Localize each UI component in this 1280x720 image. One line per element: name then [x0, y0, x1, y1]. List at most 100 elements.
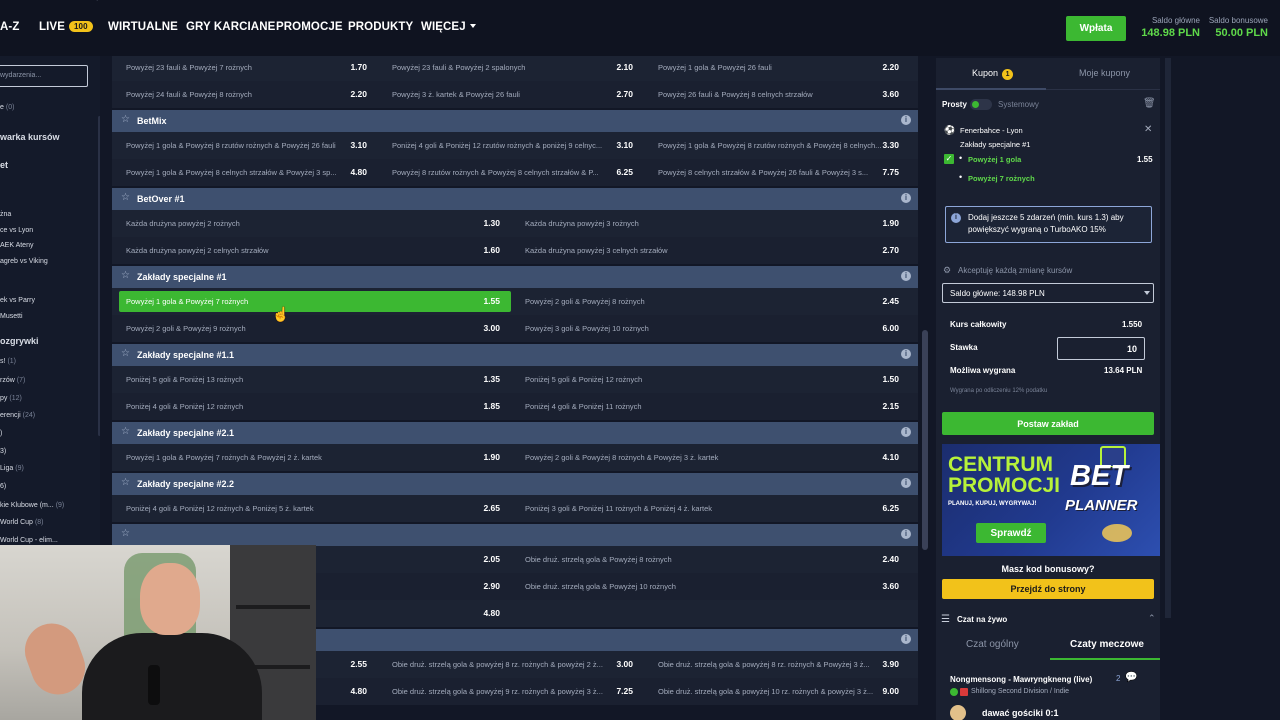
tab-chat-general[interactable]: Czat ogólny: [966, 639, 1019, 650]
sidebar-item[interactable]: ozgrywki: [0, 336, 39, 346]
odds-button[interactable]: Powyżej 1 gola & Powyżej 8 celnych strza…: [112, 159, 378, 186]
odds-button[interactable]: Obie druż. strzelą gola & powyżej 9 rz. …: [378, 678, 644, 705]
sidebar-item[interactable]: e (0): [0, 104, 14, 111]
odds-button[interactable]: Poniżej 5 goli & Poniżej 12 rożnych 1.50: [511, 366, 910, 393]
tab-chat-match[interactable]: Czaty meczowe: [1070, 639, 1144, 650]
nav-wiecej[interactable]: WIĘCEJ: [421, 21, 476, 33]
sidebar-item[interactable]: Liga (9): [0, 465, 24, 472]
star-icon[interactable]: ☆: [121, 427, 130, 437]
odds-button[interactable]: Powyżej 1 gola & Powyżej 7 rożnych & Pow…: [112, 444, 511, 471]
bet-type-toggle[interactable]: [970, 99, 992, 110]
odds-button[interactable]: Obie druż. strzelą gola & powyżej 8 rz. …: [644, 651, 910, 678]
odds-button[interactable]: Poniżej 4 goli & Poniżej 12 rzutów rożny…: [378, 132, 644, 159]
market-section-header[interactable]: ☆ BetMix i: [112, 110, 918, 132]
chat-match-item[interactable]: Nongmensong - Mawryngkneng (live) 2 💬 Sh…: [936, 664, 1160, 720]
bet-type-prosty[interactable]: Prosty: [942, 100, 967, 109]
info-icon[interactable]: i: [901, 529, 911, 539]
info-icon[interactable]: i: [901, 193, 911, 203]
promo-banner[interactable]: CENTRUM PROMOCJI PLANUJ, KUPUJ, WYGRYWAJ!…: [942, 444, 1160, 556]
odds-button[interactable]: Obie druż. strzelą gola & Powyżej 10 roż…: [511, 573, 910, 600]
market-section-header[interactable]: ☆ Zakłady specjalne #2.2 i: [112, 473, 918, 495]
nav-produkty[interactable]: PRODUKTY: [348, 21, 413, 33]
balance-select[interactable]: Saldo główne: 148.98 PLN: [942, 283, 1154, 303]
star-icon[interactable]: ☆: [121, 478, 130, 488]
bet-type-systemowy[interactable]: Systemowy: [998, 100, 1039, 109]
star-icon[interactable]: ☆: [121, 115, 130, 125]
odds-button[interactable]: Obie druż. strzelą gola & powyżej 10 rz.…: [644, 678, 910, 705]
sidebar-item[interactable]: kie Klubowe (m... (9): [0, 502, 64, 509]
sidebar-item[interactable]: warka kursów: [0, 132, 60, 142]
odds-button[interactable]: Poniżej 4 goli & Poniżej 12 rożnych & Po…: [112, 495, 511, 522]
odds-button[interactable]: Powyżej 2 goli & Powyżej 8 rożnych & Pow…: [511, 444, 910, 471]
tab-kupon[interactable]: Kupon 1: [972, 68, 1014, 80]
place-bet-button[interactable]: Postaw zakład: [942, 412, 1154, 435]
nav-wirtualne[interactable]: WIRTUALNE: [108, 21, 178, 33]
odds-button[interactable]: Powyżej 24 fauli & Powyżej 8 rożnych 2.20: [112, 81, 378, 108]
stake-input[interactable]: 10: [1057, 337, 1145, 360]
bet-slip-scrollbar[interactable]: [1165, 58, 1171, 618]
sidebar-item[interactable]: et: [0, 160, 8, 170]
info-icon[interactable]: i: [901, 115, 911, 125]
sidebar-item[interactable]: ): [0, 430, 2, 437]
odds-button[interactable]: Poniżej 3 goli & Poniżej 11 rożnych & Po…: [511, 495, 910, 522]
market-section-header[interactable]: ☆ Zakłady specjalne #2.1 i: [112, 422, 918, 444]
odds-button[interactable]: Powyżej 26 fauli & Powyżej 8 celnych str…: [644, 81, 910, 108]
gear-icon[interactable]: ⚙: [943, 265, 951, 276]
sidebar-item[interactable]: 6): [0, 483, 6, 490]
market-section-header[interactable]: ☆i: [112, 524, 918, 546]
nav-promocje[interactable]: PROMOCJE: [276, 21, 343, 33]
market-section-header[interactable]: ☆ Zakłady specjalne #1.1 i: [112, 344, 918, 366]
odds-button[interactable]: Powyżej 1 gola & Powyżej 26 fauli 2.20: [644, 56, 910, 81]
sidebar-item[interactable]: Musetti: [0, 313, 23, 320]
go-to-page-button[interactable]: Przejdź do strony: [942, 579, 1154, 599]
promo-check-button[interactable]: Sprawdź: [976, 523, 1046, 543]
accept-odds-change[interactable]: Akceptuję każdą zmianę kursów: [958, 266, 1072, 275]
odds-button[interactable]: Powyżej 3 goli & Powyżej 10 rożnych 6.00: [511, 315, 910, 342]
market-section-header[interactable]: ☆ BetOver #1 i: [112, 188, 918, 210]
chevron-up-icon[interactable]: ⌃: [1148, 613, 1156, 624]
odds-button[interactable]: Poniżej 5 goli & Poniżej 13 rożnych 1.35: [112, 366, 511, 393]
deposit-button[interactable]: Wpłata: [1066, 16, 1126, 41]
odds-button[interactable]: Powyżej 23 fauli & Powyżej 7 rożnych 1.70: [112, 56, 378, 81]
nav-gry-karciane[interactable]: GRY KARCIANE: [186, 21, 275, 33]
sidebar-item[interactable]: ce vs Lyon: [0, 227, 33, 234]
star-icon[interactable]: ☆: [121, 271, 130, 281]
odds-button[interactable]: Powyżej 8 celnych strzałów & Powyżej 26 …: [644, 159, 910, 186]
info-icon[interactable]: i: [901, 349, 911, 359]
odds-button[interactable]: Powyżej 1 gola & Powyżej 7 rożnych 1.55: [119, 291, 511, 312]
odds-button[interactable]: Każda drużyna powyżej 3 celnych strzałów…: [511, 237, 910, 264]
odds-button[interactable]: Każda drużyna powyżej 3 rożnych 1.90: [511, 210, 910, 237]
main-balance[interactable]: Saldo główne 148.98 PLN: [1140, 16, 1200, 39]
sidebar-item[interactable]: py (12): [0, 395, 22, 402]
tab-moje-kupony[interactable]: Moje kupony: [1079, 68, 1130, 78]
sidebar-item[interactable]: agreb vs Viking: [0, 258, 48, 265]
star-icon[interactable]: ☆: [121, 529, 130, 539]
sidebar-item[interactable]: s! (1): [0, 358, 16, 365]
odds-button[interactable]: Powyżej 23 fauli & Powyżej 2 spalonych 2.…: [378, 56, 644, 81]
markets-scrollbar[interactable]: [922, 330, 928, 550]
search-input[interactable]: wydarzenia...: [0, 65, 88, 87]
bonus-balance[interactable]: Saldo bonusowe 50.00 PLN: [1206, 16, 1268, 39]
odds-button[interactable]: Każda drużyna powyżej 2 rożnych 1.30: [112, 210, 511, 237]
info-icon[interactable]: i: [901, 634, 911, 644]
sidebar-item[interactable]: rzów (7): [0, 377, 25, 384]
odds-button[interactable]: Poniżej 4 goli & Poniżej 12 rożnych 1.85: [112, 393, 511, 420]
sidebar-item[interactable]: World Cup (8): [0, 519, 44, 526]
market-section-header[interactable]: ☆ Zakłady specjalne #1 i: [112, 266, 918, 288]
star-icon[interactable]: ☆: [121, 349, 130, 359]
sidebar-item[interactable]: ek vs Parry: [0, 297, 35, 304]
trash-icon[interactable]: 🗑: [1143, 98, 1156, 109]
odds-button[interactable]: Obie druż. strzelą gola & powyżej 8 rz. …: [378, 651, 644, 678]
info-icon[interactable]: i: [901, 478, 911, 488]
sidebar-item[interactable]: erencji (24): [0, 412, 35, 419]
nav-a-z[interactable]: A-Z: [0, 21, 19, 33]
selection-checkbox[interactable]: ✓: [944, 154, 954, 164]
close-icon[interactable]: ✕: [1144, 124, 1152, 135]
nav-live[interactable]: LIVE 100: [39, 21, 93, 33]
info-icon[interactable]: i: [901, 427, 911, 437]
odds-button[interactable]: Powyżej 1 gola & Powyżej 8 rzutów rożnyc…: [112, 132, 378, 159]
sidebar-scrollbar[interactable]: [98, 116, 100, 436]
sidebar-item[interactable]: żna: [0, 211, 11, 218]
odds-button[interactable]: Powyżej 8 rzutów rożnych & Powyżej 8 cel…: [378, 159, 644, 186]
odds-button[interactable]: Powyżej 2 goli & Powyżej 8 rożnych 2.45: [511, 288, 910, 315]
